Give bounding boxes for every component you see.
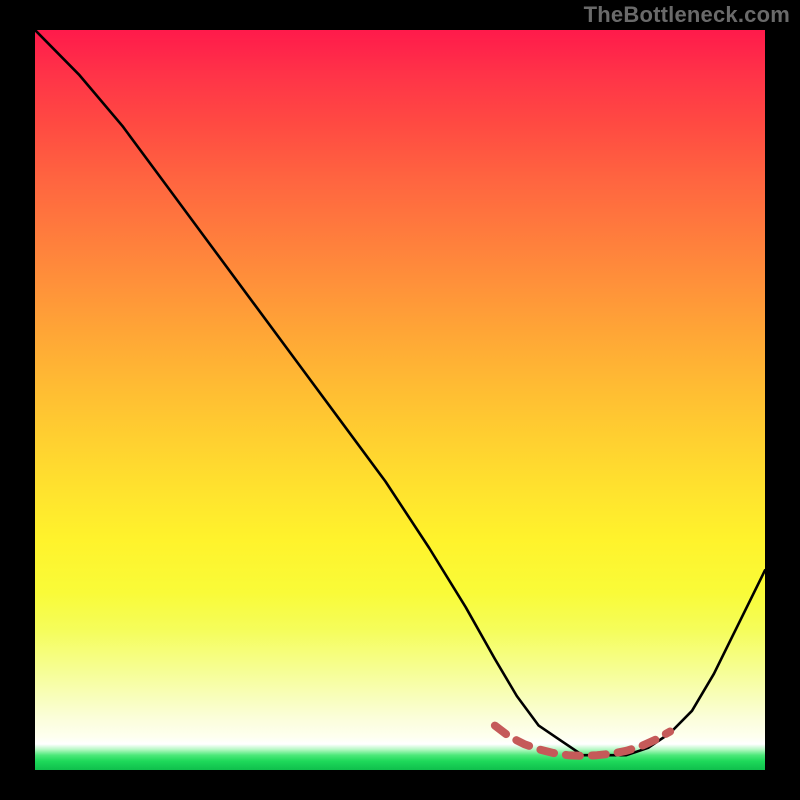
plot-area — [35, 30, 765, 770]
chart-svg — [35, 30, 765, 770]
bottleneck-curve — [35, 30, 765, 755]
watermark-text: TheBottleneck.com — [584, 2, 790, 28]
chart-frame: TheBottleneck.com — [0, 0, 800, 800]
optimal-range-marker — [495, 726, 670, 756]
